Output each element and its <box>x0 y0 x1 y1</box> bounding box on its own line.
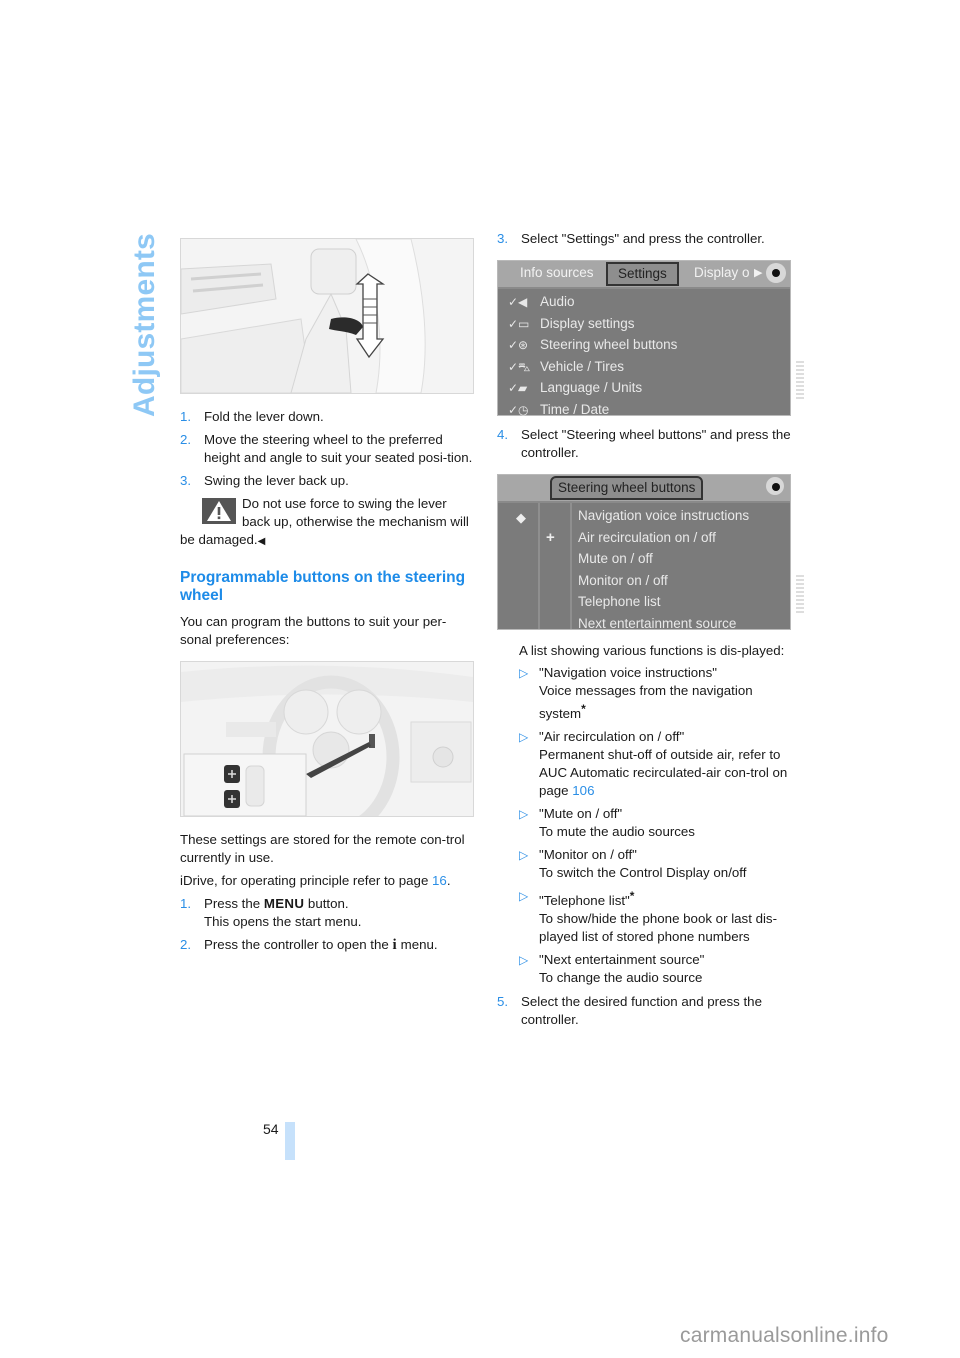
warning-triangle-icon <box>202 498 236 524</box>
step-3: 3. Select "Settings" and press the contro… <box>497 231 765 246</box>
function-item[interactable]: Telephone list <box>536 591 790 613</box>
step-item: 1. Fold the lever down. <box>180 409 324 424</box>
steering-wheel-illustration <box>181 662 473 816</box>
stored-settings-text: These settings are stored for the remote… <box>180 832 465 865</box>
bullet-triangle-icon: ▷ <box>519 953 529 967</box>
section-heading: Programmable buttons on the steering whe… <box>180 569 466 604</box>
scroll-right-arrow-icon[interactable]: ▶ <box>754 263 762 283</box>
language-icon: ✓▰ <box>508 381 528 396</box>
step-5: 5. Select the desired function and press … <box>497 994 762 1027</box>
page-number-bar <box>285 1122 295 1160</box>
optional-feature-star: * <box>629 889 635 903</box>
steps-list-b: 1. Press the MENU button. This opens the … <box>180 895 475 954</box>
figure-steering-lever <box>180 238 474 394</box>
function-item[interactable]: Air recirculation on / off <box>536 527 790 549</box>
screen-settings-menu: Info sources Settings Display o ▶ ✓◀ Audi… <box>497 260 804 417</box>
function-descriptions: ▷ "Navigation voice instructions" Voice me… <box>519 664 793 987</box>
function-item[interactable]: Navigation voice instructions <box>536 505 790 527</box>
steering-wheel-icon: ✓⊛ <box>508 338 529 353</box>
bullet-triangle-icon: ▷ <box>519 807 529 821</box>
info-controller-icon <box>766 477 784 495</box>
tab-settings[interactable]: Settings <box>606 262 679 286</box>
page-link-16[interactable]: 16 <box>432 873 447 888</box>
step-item: 1. Press the MENU button. This opens the … <box>180 896 362 929</box>
left-column: 1. Fold the lever down. 2. Move the steeri… <box>180 238 475 959</box>
clock-icon: ✓◷ <box>508 402 529 417</box>
section-title-vertical: Adjustments <box>127 230 163 420</box>
end-mark-icon: ◀ <box>257 536 266 547</box>
settings-menu-list: ✓◀ Audio ✓▭ Display settings ✓⊛ Steering wh… <box>498 289 790 423</box>
menu-item-display-settings[interactable]: ✓▭ Display settings <box>498 313 790 335</box>
menu-item-time-date[interactable]: ✓◷ Time / Date <box>498 399 790 421</box>
screen-steering-wheel-buttons: Steering wheel buttons ◆ + Navigation vo… <box>497 474 804 631</box>
menu-item-steering-wheel-buttons[interactable]: ✓⊛ Steering wheel buttons <box>498 334 790 356</box>
right-column: 3. Select "Settings" and press the contro… <box>497 230 804 1034</box>
controller-icon <box>766 263 786 283</box>
page-link-106[interactable]: 106 <box>572 783 594 798</box>
bullet-item: ▷ "Monitor on / off" To switch the Control… <box>519 847 747 880</box>
screen-title-steering-wheel-buttons: Steering wheel buttons <box>550 476 704 500</box>
bullet-triangle-icon: ▷ <box>519 889 529 903</box>
diamond-button-icon: ◆ <box>516 510 526 525</box>
bullet-item: ▷ "Navigation voice instructions" Voice me… <box>519 665 753 721</box>
function-item[interactable]: Monitor on / off <box>536 570 790 592</box>
tab-display[interactable]: Display o <box>694 263 750 283</box>
screen-title-bar: Steering wheel buttons <box>498 475 790 503</box>
display-settings-icon: ✓▭ <box>508 316 530 331</box>
steering-lever-illustration <box>181 239 473 393</box>
watermark: carmanualsonline.info <box>680 1324 889 1347</box>
bullet-item: ▷ "Next entertainment source" To change th… <box>519 952 705 985</box>
function-item[interactable]: Mute on / off <box>536 548 790 570</box>
intro-text: You can program the buttons to suit your… <box>180 614 447 647</box>
tab-info-sources[interactable]: Info sources <box>520 263 594 283</box>
bullet-triangle-icon: ▷ <box>519 730 529 744</box>
step-item: 3. Swing the lever back up. <box>180 473 349 488</box>
step-4: 4. Select "Steering wheel buttons" and pr… <box>497 427 791 460</box>
bullet-triangle-icon: ▷ <box>519 848 529 862</box>
figure-steering-wheel-buttons <box>180 661 474 817</box>
vehicle-icon: ✓⛍ <box>508 359 531 374</box>
menu-button-label: MENU <box>263 896 305 911</box>
image-code-mark <box>796 361 804 401</box>
function-list: Navigation voice instructions Air recirc… <box>498 503 790 637</box>
function-item[interactable]: Next entertainment source <box>536 613 790 635</box>
screen-tab-bar: Info sources Settings Display o ▶ <box>498 261 790 289</box>
bullet-item: ▷ "Mute on / off" To mute the audio source… <box>519 806 695 839</box>
section-title-text: Adjustments <box>128 233 161 417</box>
audio-icon: ✓◀ <box>508 295 528 309</box>
step-item: 2. Move the steering wheel to the preferr… <box>180 432 473 465</box>
warning-note: Do not use force to swing the lever back… <box>180 496 469 547</box>
menu-item-language-units[interactable]: ✓▰ Language / Units <box>498 377 790 399</box>
idrive-reference: iDrive, for operating principle refer to… <box>180 873 451 888</box>
image-code-mark <box>796 575 804 615</box>
bullet-triangle-icon: ▷ <box>519 666 529 680</box>
list-intro: A list showing various functions is dis-… <box>519 643 785 658</box>
bullet-item: ▷ "Telephone list"* To show/hide the phone… <box>519 889 778 944</box>
menu-item-audio[interactable]: ✓◀ Audio <box>498 291 790 313</box>
menu-item-vehicle-tires[interactable]: ✓⛍ Vehicle / Tires <box>498 356 790 378</box>
bullet-item: ▷ "Air recirculation on / off" Permanent s… <box>519 729 788 798</box>
page-number: 54 <box>263 1121 279 1137</box>
step-item: 2. Press the controller to open the i men… <box>180 937 438 953</box>
steps-list-a: 1. Fold the lever down. 2. Move the steeri… <box>180 408 475 490</box>
optional-feature-star: * <box>581 702 586 716</box>
